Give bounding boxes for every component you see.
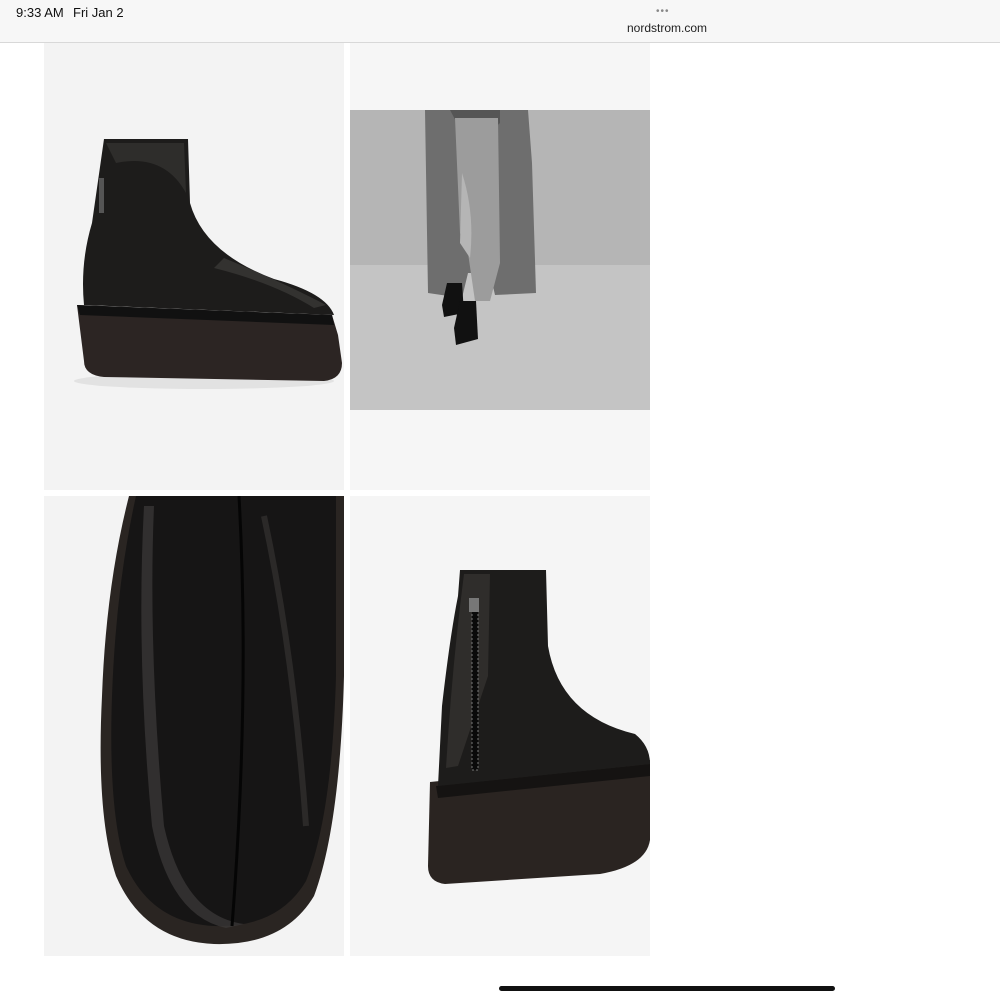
home-indicator[interactable] [499,986,835,991]
closeup-image-icon [44,496,344,956]
status-bar: 9:33 AM Fri Jan 2 ••• nordstrom.com [0,0,1000,43]
boot-back-image-icon [350,496,650,956]
boot-toe-closeup-image[interactable] [44,496,344,956]
status-time: 9:33 AM [16,5,64,20]
url-label[interactable]: nordstrom.com [600,21,734,35]
model-wearing-boots-image[interactable] [350,43,650,490]
model-image-icon [350,43,650,490]
boot-image-icon [44,43,344,490]
boot-back-zip-view-image[interactable] [350,496,650,956]
boot-side-view-image[interactable] [44,43,344,490]
status-date: Fri Jan 2 [73,5,124,20]
tab-options-icon[interactable]: ••• [656,7,670,17]
